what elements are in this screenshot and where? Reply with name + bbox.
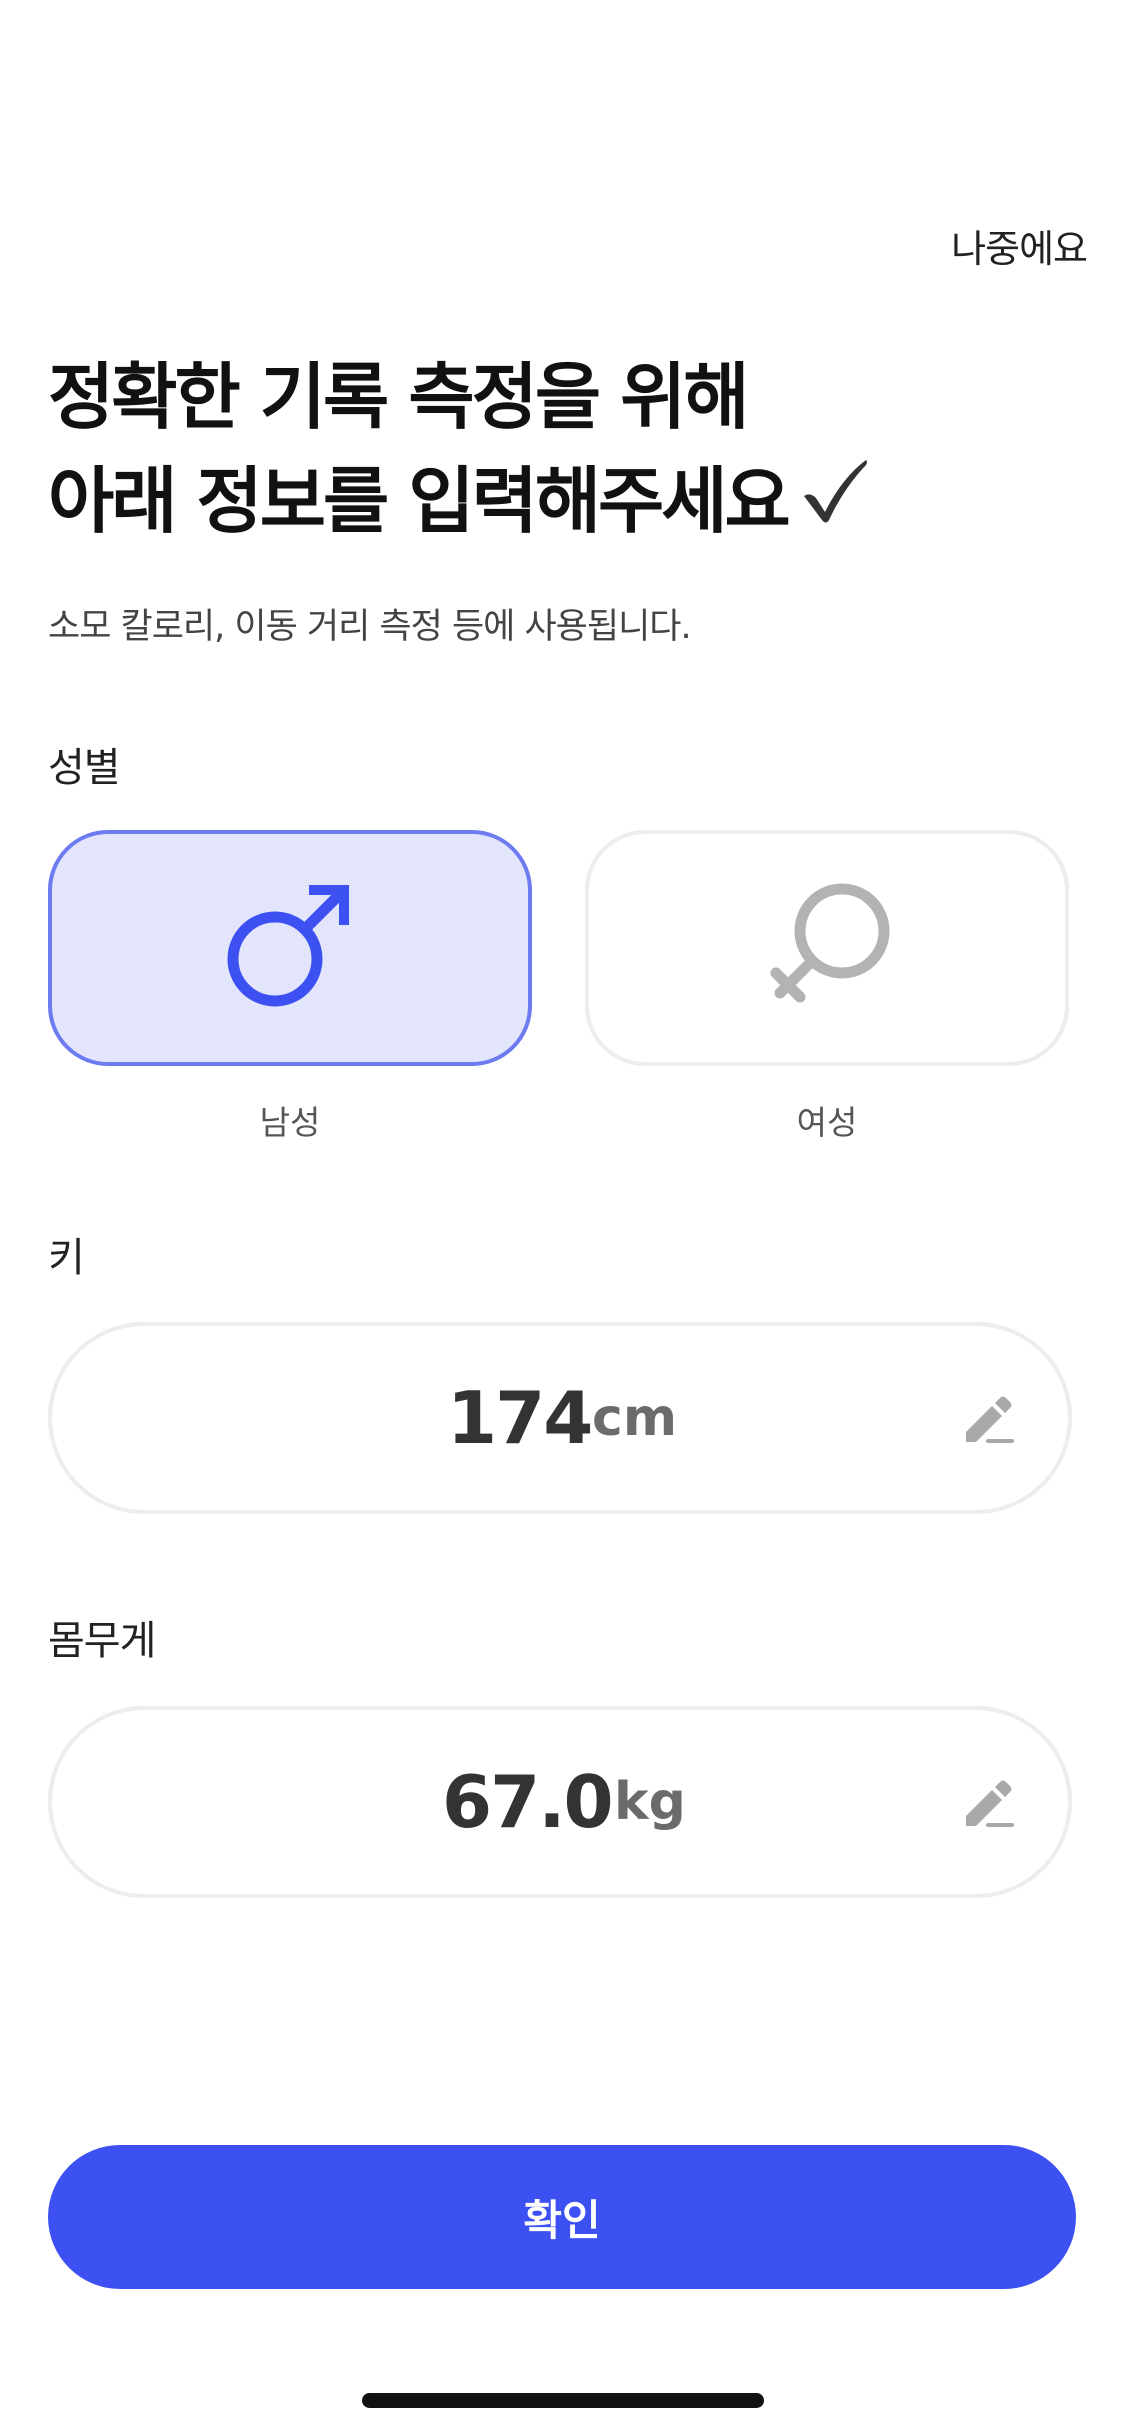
height-section-label: 키	[48, 1235, 85, 1281]
height-field[interactable]: 174 cm	[48, 1322, 1072, 1514]
female-symbol-icon	[762, 881, 892, 1015]
title-line-1: 정확한 기록 측정을 위해	[48, 355, 750, 439]
height-value: 174	[447, 1376, 593, 1460]
weight-field[interactable]: 67.0 kg	[48, 1706, 1072, 1898]
skip-button[interactable]: 나중에요	[951, 218, 1088, 273]
gender-option-male-label: 남성	[259, 1103, 321, 1142]
gender-option-female[interactable]	[585, 830, 1069, 1066]
gender-section-label: 성별	[48, 745, 121, 791]
confirm-button[interactable]: 확인	[48, 2145, 1076, 2289]
pencil-icon[interactable]	[960, 1392, 1016, 1448]
home-indicator	[362, 2393, 764, 2408]
male-symbol-icon	[225, 881, 355, 1015]
check-mark-icon	[798, 449, 872, 553]
weight-value: 67.0	[442, 1760, 614, 1844]
page-title: 정확한 기록 측정을 위해 아래 정보를 입력해주세요	[48, 345, 1048, 553]
weight-unit: kg	[614, 1772, 686, 1832]
title-line-2: 아래 정보를 입력해주세요	[48, 449, 1048, 553]
weight-section-label: 몸무게	[48, 1618, 156, 1664]
gender-option-male[interactable]	[48, 830, 532, 1066]
pencil-icon[interactable]	[960, 1776, 1016, 1832]
gender-option-female-label: 여성	[796, 1103, 858, 1142]
page-subtitle: 소모 칼로리, 이동 거리 측정 등에 사용됩니다.	[48, 607, 692, 647]
title-line-2-text: 아래 정보를 입력해주세요	[48, 459, 791, 543]
height-unit: cm	[592, 1388, 678, 1448]
